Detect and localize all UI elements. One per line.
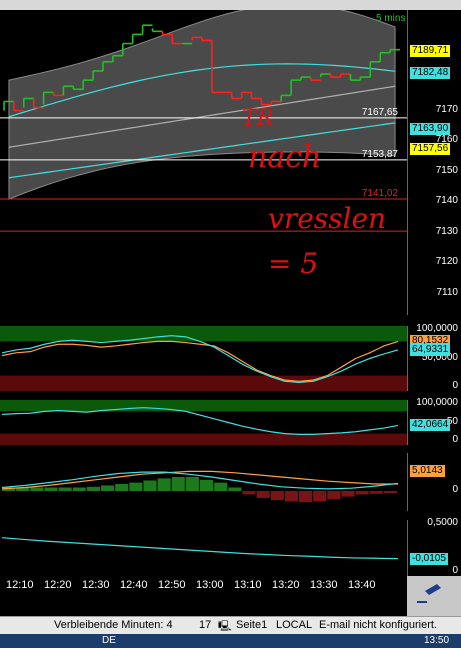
macd-histogram-bar-27 — [369, 491, 383, 494]
price-axis[interactable]: 7170 7160 7150 7140 7130 7120 7110 7189,71 7182,… — [407, 10, 461, 315]
macd-histogram-bar-14 — [185, 477, 199, 491]
chart-window: 7167,65 7153,87 7141,02 5 mins 7170 7160 715… — [0, 0, 461, 648]
macd-histogram-bar-15 — [200, 479, 214, 491]
time-tick-10: 13:40 — [348, 579, 376, 591]
macd-tag-1: 5,0143 — [410, 465, 445, 477]
osc4-line-1 — [1, 537, 399, 560]
horizontal-scroll-area[interactable] — [0, 596, 407, 616]
osc1-line-1 — [1, 340, 399, 382]
time-axis[interactable]: 12:10 12:20 12:30 12:40 12:50 13:00 13:10 13:20… — [0, 576, 407, 596]
time-tick-4: 12:40 — [120, 579, 148, 591]
price-tick-4: 7140 — [435, 195, 458, 207]
osc2-overbought-zone — [0, 400, 407, 412]
macd-histogram-bar-28 — [383, 491, 397, 494]
annotation-line-3: vresslen — [268, 202, 386, 235]
taskbar-clock: 13:50 — [424, 635, 450, 646]
macd-tick-zero: 0 — [452, 484, 458, 495]
macd-chart — [1, 470, 399, 503]
price-tag-4: 7157,56 — [410, 142, 451, 155]
osc4-tick-1: 0,5000 — [427, 517, 458, 528]
oscillator-4-panel[interactable] — [0, 520, 407, 576]
oscillator-1-chart — [0, 326, 407, 391]
macd-histogram-bar-26 — [355, 491, 369, 495]
macd-histogram-bar-24 — [327, 491, 341, 500]
annotation-line-1: TR — [242, 106, 273, 131]
macd-histogram-bar-8 — [101, 485, 115, 491]
osc4-tick-2: 0 — [452, 565, 458, 576]
osc1-tick-1: 100,0000 — [416, 323, 458, 334]
macd-histogram-bar-17 — [228, 487, 242, 491]
macd-histogram-bar-16 — [214, 482, 228, 491]
time-tick-3: 12:30 — [82, 579, 110, 591]
osc1-overbought-zone — [0, 326, 407, 342]
status-email[interactable]: E-mail nicht konfiguriert. — [319, 619, 437, 631]
macd-histogram-bar-23 — [313, 491, 327, 502]
price-tick-5: 7130 — [435, 225, 458, 237]
toolbar-corner[interactable] — [407, 576, 461, 616]
osc1-tick-3: 0 — [452, 380, 458, 391]
oscillator-1-panel[interactable] — [0, 326, 407, 391]
osc1-oversold-zone — [0, 375, 407, 391]
osc1-tag-2: 64,9331 — [410, 343, 451, 356]
osc2-tick-3: 0 — [452, 434, 458, 445]
window-titlebar — [0, 0, 461, 10]
pen-tool-icon[interactable] — [407, 576, 461, 616]
macd-histogram-bar-6 — [72, 487, 86, 491]
language-indicator[interactable]: DE — [102, 635, 116, 646]
status-local: LOCAL — [276, 619, 313, 631]
macd-histogram-bar-11 — [143, 480, 157, 491]
price-tag-2: 7182,48 — [410, 66, 451, 79]
time-tick-6: 13:00 — [196, 579, 224, 591]
macd-axis[interactable]: 5,0143 0 — [407, 453, 461, 511]
price-tick-6: 7120 — [435, 256, 458, 268]
macd-histogram-bar-5 — [58, 487, 72, 491]
macd-histogram-bar-18 — [242, 491, 256, 495]
macd-histogram-bar-4 — [44, 487, 58, 491]
time-tick-2: 12:20 — [44, 579, 72, 591]
status-number: 17 — [199, 619, 212, 631]
oscillator-2-axis[interactable]: 100,0000 50 0 42,0664 — [407, 397, 461, 445]
time-tick-1: 12:10 — [6, 579, 34, 591]
price-tick-3: 7150 — [435, 164, 458, 176]
oscillator-4-axis[interactable]: 0,5000 0 -0,0105 — [407, 517, 461, 576]
price-tick-1: 7170 — [435, 103, 458, 115]
osc2-tick-1: 100,0000 — [416, 397, 458, 408]
macd-histogram-bar-21 — [284, 491, 298, 502]
timeframe-label: 5 mins — [376, 13, 406, 24]
price-tag-3: 7163,90 — [410, 123, 451, 136]
time-tick-9: 13:30 — [310, 579, 338, 591]
osc2-line-1 — [1, 407, 399, 435]
annotation-line-4: = 5 — [268, 247, 318, 280]
osc2-oversold-zone — [0, 433, 407, 445]
oscillator-2-chart — [0, 400, 407, 445]
time-tick-7: 13:10 — [234, 579, 262, 591]
macd-histogram-bar-7 — [86, 486, 100, 491]
macd-histogram-bar-25 — [341, 491, 355, 497]
macd-histogram-bar-10 — [129, 482, 143, 491]
time-tick-8: 13:20 — [272, 579, 300, 591]
macd-histogram-bar-19 — [256, 491, 270, 498]
osc4-tag-1: -0,0105 — [410, 552, 448, 565]
macd-histogram-bar-9 — [115, 484, 129, 491]
macd-histogram-bar-20 — [270, 491, 284, 501]
oscillator-1-axis[interactable]: 100,0000 50,0000 0 80,1532 64,9331 — [407, 323, 461, 391]
taskbar: DE 13:50 — [0, 634, 461, 648]
macd-histogram-bar-13 — [171, 477, 185, 491]
oscillator-4-chart — [1, 537, 399, 560]
macd-histogram-bar-12 — [157, 478, 171, 491]
status-page[interactable]: Seite1 — [236, 619, 267, 631]
macd-histogram-bar-22 — [299, 491, 313, 503]
price-tag-1: 7189,71 — [410, 44, 451, 57]
macd-histogram-bar-3 — [30, 487, 44, 491]
annotation-line-2: nach — [248, 140, 321, 175]
status-bar: Verbleibende Minuten: 4 17 🖳 Seite1 LOCA… — [0, 616, 461, 635]
osc1-line-2 — [1, 335, 399, 384]
macd-panel[interactable] — [0, 453, 407, 511]
price-tick-7: 7110 — [436, 286, 458, 298]
osc2-tag-1: 42,0664 — [410, 419, 451, 432]
time-tick-5: 12:50 — [158, 579, 186, 591]
oscillator-2-panel[interactable] — [0, 400, 407, 445]
status-remaining-minutes: Verbleibende Minuten: 4 — [54, 619, 173, 631]
handwritten-annotation: TR nach vresslen = 5 — [242, 106, 386, 280]
